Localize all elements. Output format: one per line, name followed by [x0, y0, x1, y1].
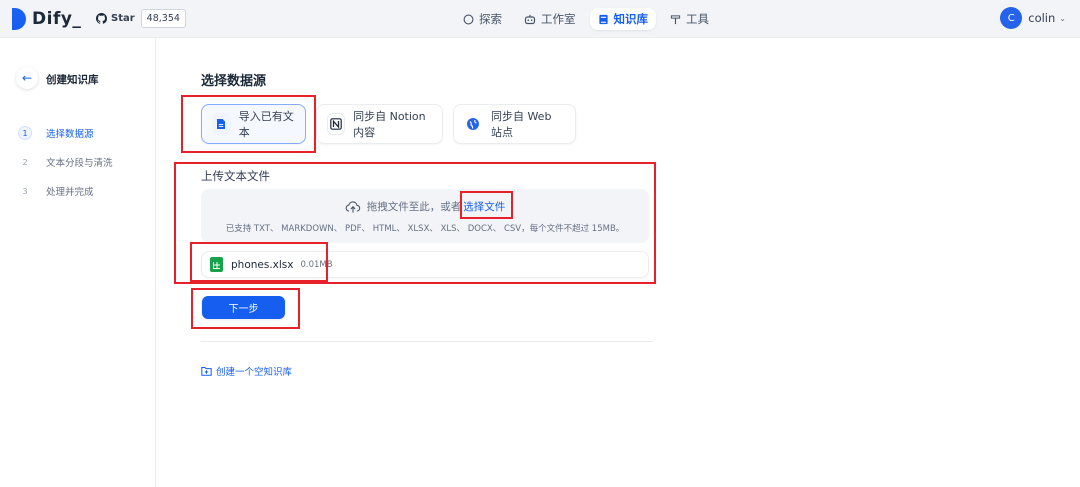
highlight-box-import-source: [181, 95, 316, 153]
nav-explore-label: 探索: [479, 12, 502, 26]
create-empty-knowledge-label: 创建一个空知识库: [216, 367, 293, 378]
page-title: 选择数据源: [201, 74, 267, 89]
github-star-label: Star: [111, 13, 135, 24]
sidebar-title: 创建知识库: [46, 74, 99, 86]
nav-studio-label: 工作室: [541, 12, 576, 26]
step-segment-clean: 2 文本分段与清洗: [18, 153, 113, 171]
step-number: 2: [22, 157, 28, 167]
avatar: C: [1000, 7, 1023, 29]
create-empty-knowledge-link[interactable]: 创建一个空知识库: [201, 364, 292, 378]
hammer-icon: [670, 14, 681, 24]
main-nav: 探索 工作室 知识库 工具: [455, 8, 717, 30]
logo-text: Dify_: [32, 9, 82, 29]
source-notion[interactable]: 同步自 Notion 内容: [316, 104, 443, 144]
github-star-button[interactable]: Star: [94, 9, 141, 28]
dify-logo-mark: [12, 8, 26, 30]
source-notion-label: 同步自 Notion 内容: [353, 110, 426, 139]
nav-explore[interactable]: 探索: [455, 8, 510, 30]
nav-tools-label: 工具: [686, 12, 709, 26]
book-icon: [598, 14, 608, 24]
nav-studio[interactable]: 工作室: [516, 8, 584, 30]
step-number: 1: [18, 126, 32, 140]
highlight-box-select-file: [460, 191, 513, 219]
nav-knowledge[interactable]: 知识库: [589, 8, 656, 30]
github-star-count: 48,354: [140, 9, 186, 28]
nav-knowledge-label: 知识库: [613, 12, 649, 26]
arrow-left-icon: ←: [21, 71, 33, 85]
chevron-down-icon: ⌄: [1059, 13, 1066, 23]
compass-icon: [463, 14, 474, 24]
github-icon: [96, 13, 107, 24]
dify-logo[interactable]: Dify_: [12, 8, 81, 30]
source-web-label: 同步自 Web 站点: [490, 110, 552, 139]
top-bar: Dify_ Star 48,354 探索 工作室 知识库 工具 C colin …: [0, 0, 1080, 38]
step-select-source: 1 选择数据源: [18, 124, 113, 142]
step-number: 3: [22, 186, 28, 196]
notion-icon: [327, 113, 346, 135]
sidebar: ← 创建知识库 1 选择数据源 2 文本分段与清洗 3 处理并完成: [0, 38, 156, 487]
step-label: 处理并完成: [46, 187, 94, 198]
divider: [201, 341, 653, 342]
user-menu[interactable]: C colin ⌄: [1000, 7, 1066, 29]
robot-icon: [524, 14, 536, 24]
highlight-box-file-item: [190, 242, 328, 282]
step-list: 1 选择数据源 2 文本分段与清洗 3 处理并完成: [18, 124, 113, 211]
nav-tools[interactable]: 工具: [662, 8, 717, 30]
globe-icon: [464, 113, 483, 135]
user-name: colin: [1028, 11, 1056, 25]
highlight-box-next-button: [191, 288, 300, 329]
step-label: 选择数据源: [46, 129, 94, 140]
github-star-widget[interactable]: Star 48,354: [94, 9, 186, 28]
folder-plus-icon: [201, 367, 212, 376]
step-label: 文本分段与清洗: [46, 158, 113, 169]
source-web[interactable]: 同步自 Web 站点: [453, 104, 576, 144]
back-button[interactable]: ←: [16, 67, 38, 89]
step-process-finish: 3 处理并完成: [18, 182, 113, 200]
